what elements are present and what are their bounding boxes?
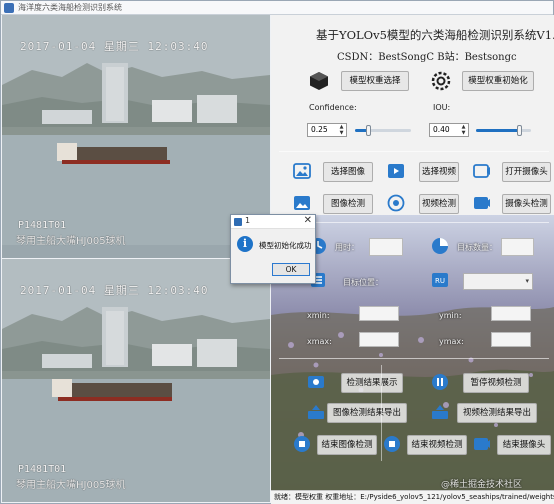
watermark: @稀土掘金技术社区 bbox=[441, 480, 523, 490]
xmax-field bbox=[359, 332, 399, 347]
select-weights-button[interactable]: 模型权重选择 bbox=[341, 71, 409, 91]
svg-text:RU: RU bbox=[435, 277, 445, 285]
iou-spinbox[interactable]: 0.40 ▲ ▼ bbox=[429, 123, 469, 137]
camera-name: 琴用主船大嘴HJ005球机 bbox=[16, 480, 126, 491]
chevron-down-icon: ▾ bbox=[525, 277, 529, 285]
end-image-button[interactable]: 结束图像检测 bbox=[317, 435, 377, 455]
camera-id: P1481T01 bbox=[18, 220, 67, 231]
info-dialog: 1 ✕ i 模型初始化成功 OK bbox=[230, 214, 316, 284]
app-title: 基于YOLOv5模型的六类海船检测识别系统V1.0 bbox=[316, 28, 554, 42]
export-video-button[interactable]: 视频检测结果导出 bbox=[457, 403, 537, 423]
divider bbox=[381, 365, 382, 461]
camera-icon bbox=[473, 164, 490, 178]
video-timestamp: 2017-01-04 星期三 12:03:40 bbox=[20, 40, 209, 53]
count-field bbox=[501, 238, 534, 256]
confidence-label: Confidence: bbox=[309, 103, 357, 112]
dialog-title-bar: 1 ✕ bbox=[231, 215, 315, 229]
upload-icon bbox=[432, 405, 448, 419]
init-weights-button[interactable]: 模型权重初始化 bbox=[462, 71, 534, 91]
ymin-field bbox=[491, 306, 531, 321]
select-image-button[interactable]: 选择图像 bbox=[323, 162, 373, 182]
image-icon bbox=[294, 196, 310, 210]
ymax-label: ymax: bbox=[439, 337, 464, 346]
image-detect-button[interactable]: 图像检测 bbox=[323, 194, 373, 214]
camera-id: P1481T01 bbox=[18, 464, 67, 475]
confidence-value: 0.25 bbox=[311, 125, 328, 134]
cube-icon bbox=[310, 72, 328, 90]
iou-value: 0.40 bbox=[433, 125, 450, 134]
video-timestamp: 2017-01-04 星期三 12:03:40 bbox=[20, 284, 209, 297]
ymax-field bbox=[491, 332, 531, 347]
eye-icon bbox=[432, 374, 448, 390]
gear-icon bbox=[431, 71, 451, 91]
confidence-slider-handle[interactable] bbox=[366, 125, 371, 136]
xmin-label: xmin: bbox=[307, 311, 330, 320]
app-icon bbox=[4, 3, 14, 13]
select-video-button[interactable]: 选择视频 bbox=[419, 162, 459, 182]
window-title: 海洋度六类海船检测识别系统 bbox=[18, 3, 122, 12]
image-icon bbox=[293, 163, 311, 179]
iou-slider-fill bbox=[476, 129, 520, 132]
status-bar: 就绪：模型权重 权重地址：E:/Pyside6_yolov5_121/yolov… bbox=[271, 490, 554, 504]
divider bbox=[279, 358, 549, 359]
position-label: 目标位置： bbox=[343, 278, 383, 287]
end-video-button[interactable]: 结束视频检测 bbox=[407, 435, 467, 455]
author-credits: CSDN：BestSongC B站：Bestsongc bbox=[337, 52, 517, 63]
ok-button[interactable]: OK bbox=[272, 263, 310, 276]
eye-icon bbox=[308, 376, 324, 388]
camera-name: 琴用主船大嘴HJ005球机 bbox=[16, 236, 126, 247]
export-image-button[interactable]: 图像检测结果导出 bbox=[327, 403, 407, 423]
pie-icon bbox=[432, 238, 448, 254]
iou-slider[interactable] bbox=[476, 125, 531, 136]
dialog-title: 1 bbox=[245, 216, 251, 225]
target-select[interactable]: ▾ bbox=[463, 273, 533, 290]
title-bar: 海洋度六类海船检测识别系统 bbox=[1, 1, 553, 15]
stop-icon bbox=[384, 436, 400, 452]
info-icon: i bbox=[237, 236, 253, 252]
iou-slider-handle[interactable] bbox=[517, 125, 522, 136]
dialog-app-icon bbox=[234, 218, 242, 226]
upload-icon bbox=[308, 405, 324, 419]
dialog-message: 模型初始化成功 bbox=[259, 241, 312, 250]
close-icon[interactable]: ✕ bbox=[304, 215, 312, 226]
time-label: 用时： bbox=[335, 243, 359, 252]
target-icon bbox=[387, 194, 405, 212]
pause-video-button[interactable]: 暂停视频检测 bbox=[463, 373, 529, 393]
confidence-spinbox[interactable]: 0.25 ▲ ▼ bbox=[307, 123, 347, 137]
open-camera-button[interactable]: 打开摄像头 bbox=[502, 162, 551, 182]
xmax-label: xmax: bbox=[307, 337, 332, 346]
camera-icon bbox=[474, 197, 490, 209]
screen-icon: RU bbox=[432, 273, 448, 287]
video-detect-button[interactable]: 视频检测 bbox=[419, 194, 459, 214]
divider bbox=[279, 151, 549, 152]
spin-arrows-icon[interactable]: ▲ ▼ bbox=[460, 124, 467, 136]
end-camera-button[interactable]: 结束摄像头 bbox=[497, 435, 551, 455]
main-window: 海洋度六类海船检测识别系统 2017-01-04 星期三 12:03:40 P1… bbox=[0, 0, 554, 504]
camera-icon bbox=[474, 438, 490, 450]
iou-label: IOU: bbox=[433, 103, 451, 112]
time-field bbox=[369, 238, 403, 256]
camera-detect-button[interactable]: 摄像头检测 bbox=[502, 194, 551, 214]
divider bbox=[279, 222, 549, 223]
spin-arrows-icon[interactable]: ▲ ▼ bbox=[338, 124, 345, 136]
confidence-slider[interactable] bbox=[355, 125, 411, 136]
video-icon bbox=[388, 164, 404, 178]
xmin-field bbox=[359, 306, 399, 321]
count-label: 目标数量： bbox=[457, 243, 497, 252]
show-results-button[interactable]: 检测结果展示 bbox=[341, 373, 403, 393]
stop-icon bbox=[294, 436, 310, 452]
video-frame-bottom: 2017-01-04 星期三 12:03:40 P1481T01 琴用主船大嘴H… bbox=[2, 259, 270, 502]
ymin-label: ymin: bbox=[439, 311, 462, 320]
